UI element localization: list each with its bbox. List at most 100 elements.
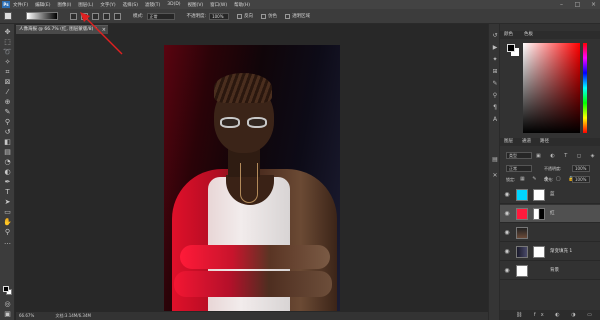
layer-mask-thumbnail[interactable] [533,246,545,258]
photo-hair [214,73,272,103]
eyedropper-icon[interactable]: ⁄ [3,88,12,96]
dodge-tool-icon[interactable]: ◐ [3,168,12,176]
tool-preset-picker[interactable] [4,12,12,20]
tab-channels[interactable]: 通道 [522,138,531,146]
layer-row-red[interactable]: ◉ 红 [500,205,600,223]
layer-filter-icons[interactable]: ▣ ◐ T ◻ ◈ [536,153,599,159]
menu-select[interactable]: 选择(S) [123,2,138,8]
tools-crossed-icon[interactable]: ✕ [491,172,499,180]
libraries-icon[interactable]: ⊞ [491,68,499,76]
brush-tool-icon[interactable]: ✎ [3,108,12,116]
foreground-color-swatch[interactable] [3,286,9,292]
layer-mask-thumbnail[interactable] [533,208,545,220]
clone-stamp-icon[interactable]: ⚲ [3,118,12,126]
opacity-input[interactable]: 100% [209,12,230,20]
paragraph-icon[interactable]: ¶ [491,104,499,112]
character-icon[interactable]: A [491,116,499,124]
layer-mask-thumbnail[interactable] [533,189,545,201]
blend-mode-select[interactable]: 正常 [506,165,532,172]
zoom-tool-icon[interactable]: ⚲ [3,228,12,236]
menu-layer[interactable]: 图层(L) [78,2,93,8]
layer-row-portrait[interactable]: ◉ [500,224,600,242]
portrait-photo [164,45,340,311]
mode-select[interactable]: 正常 [146,12,175,20]
menu-image[interactable]: 图像(I) [57,2,71,8]
history-brush-icon[interactable]: ↺ [3,128,12,136]
menu-filter[interactable]: 滤镜(T) [145,2,160,8]
visibility-eye-icon[interactable]: ◉ [503,210,511,218]
visibility-eye-icon[interactable]: ◉ [503,191,511,199]
menu-help[interactable]: 帮助(H) [234,2,250,8]
eraser-icon[interactable]: ◧ [3,138,12,146]
maximize-button[interactable]: □ [574,1,581,8]
menu-file[interactable]: 文件(F) [13,2,28,8]
menu-view[interactable]: 视图(V) [188,2,204,8]
properties-panel-icon[interactable]: ▤ [491,156,499,164]
layer-row-blue[interactable]: ◉ 蓝 [500,186,600,204]
magic-wand-icon[interactable]: ✧ [3,58,12,66]
document-tab[interactable]: 人像海报 @ 66.7% (红, 图层蒙版/8) * × [16,25,108,34]
color-picker-field[interactable] [523,43,580,133]
adjust-icon[interactable]: ✦ [491,56,499,64]
hand-tool-icon[interactable]: ✋ [3,218,12,226]
path-select-icon[interactable]: ➤ [3,198,12,206]
fill-input[interactable]: 100% [572,176,590,183]
hue-slider[interactable] [583,43,587,133]
menu-3d[interactable]: 3D(D) [167,2,180,7]
layer-filter-select[interactable]: 类型 [506,152,532,159]
layer-thumbnail [516,227,528,239]
layer-name[interactable]: 蓝 [550,192,555,198]
options-bar: 模式: 正常 不透明度: 100% 反向 仿色 透明区域 [0,9,600,24]
diamond-gradient-button[interactable] [114,12,121,20]
more-tools-icon[interactable]: … [3,238,12,246]
lasso-tool-icon[interactable]: ➰ [3,48,12,56]
visibility-eye-icon[interactable]: ◉ [503,248,511,256]
menu-edit[interactable]: 编辑(E) [35,2,50,8]
marquee-tool-icon[interactable]: ⬚ [3,38,12,46]
move-tool-icon[interactable]: ✥ [3,28,12,36]
close-button[interactable]: × [590,1,597,8]
reverse-checkbox[interactable] [237,13,243,19]
visibility-eye-icon[interactable]: ◉ [503,267,511,275]
menu-window[interactable]: 窗口(W) [210,2,227,8]
screen-mode-icon[interactable]: ▣ [3,310,12,318]
gradient-picker[interactable] [26,12,58,20]
brush-settings-icon[interactable]: ✎ [491,80,499,88]
healing-brush-icon[interactable]: ⊕ [3,98,12,106]
canvas-area[interactable] [16,34,488,312]
tab-layers[interactable]: 图层 [504,138,513,146]
layer-row-gradient-fill[interactable]: ◉ 渐变填充 1 [500,243,600,261]
linear-gradient-button[interactable] [70,12,77,20]
rectangle-tool-icon[interactable]: ▭ [3,208,12,216]
layer-name[interactable]: 背景 [550,268,559,274]
gradient-tool-icon[interactable]: ▤ [3,148,12,156]
frame-tool-icon[interactable]: ⊠ [3,78,12,86]
type-tool-icon[interactable]: T [3,188,12,196]
layer-row-background[interactable]: ◉ 背景 [500,262,600,280]
reflected-gradient-button[interactable] [103,12,110,20]
panel-foreground-swatch[interactable] [507,44,515,52]
visibility-eye-icon[interactable]: ◉ [503,229,511,237]
layer-name[interactable]: 渐变填充 1 [550,249,572,255]
tab-swatches[interactable]: 色板 [524,31,533,39]
minimize-button[interactable]: – [558,1,565,8]
angle-gradient-button[interactable] [92,12,99,20]
clone-source-icon[interactable]: ⚲ [491,92,499,100]
history-panel-icon[interactable]: ↺ [491,32,499,40]
tab-color[interactable]: 颜色 [504,31,513,39]
layer-opacity-input[interactable]: 100% [572,165,590,172]
radial-gradient-button[interactable] [81,12,88,20]
dither-checkbox[interactable] [261,13,267,19]
layers-footer-icons[interactable]: ⛓ fx ◐ ◑ ▭ ▤ 🗑 [500,310,600,320]
close-tab-icon[interactable]: × [102,26,106,34]
transparency-checkbox[interactable] [285,13,291,19]
menu-type[interactable]: 文字(Y) [100,2,115,8]
crop-tool-icon[interactable]: ⌗ [3,68,12,76]
quick-mask-icon[interactable]: ◎ [3,300,12,308]
blur-tool-icon[interactable]: ◔ [3,158,12,166]
layer-name[interactable]: 红 [550,211,555,217]
zoom-level[interactable]: 66.67% [19,313,34,318]
pen-tool-icon[interactable]: ✒ [3,178,12,186]
play-action-icon[interactable]: ▶ [491,44,499,52]
tab-paths[interactable]: 路径 [540,138,549,146]
